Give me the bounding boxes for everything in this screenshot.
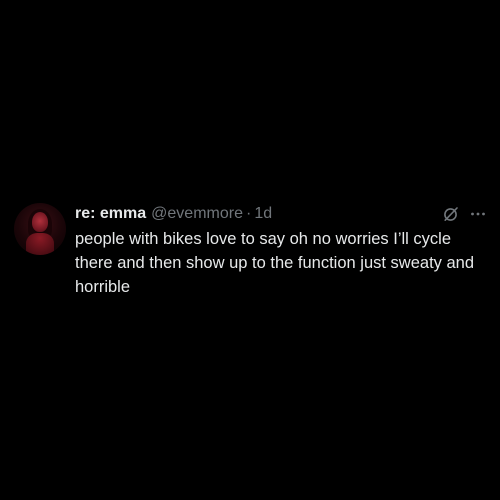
grok-icon[interactable] (442, 205, 460, 223)
tweet[interactable]: re: emma @evemmore · 1d people with bike… (14, 203, 486, 299)
more-icon[interactable] (470, 205, 486, 223)
tweet-timestamp[interactable]: 1d (254, 203, 272, 225)
tweet-text: people with bikes love to say oh no worr… (75, 230, 475, 296)
avatar-body (26, 233, 54, 255)
author-display-name[interactable]: re: emma (75, 203, 146, 225)
avatar[interactable] (14, 203, 66, 255)
tweet-actions (442, 203, 486, 225)
avatar-face (32, 212, 48, 232)
tweet-header: re: emma @evemmore · 1d (75, 203, 486, 225)
author-handle[interactable]: @evemmore (151, 203, 243, 225)
header-separator: · (245, 205, 252, 222)
tweet-content: re: emma @evemmore · 1d people with bike… (75, 203, 486, 299)
